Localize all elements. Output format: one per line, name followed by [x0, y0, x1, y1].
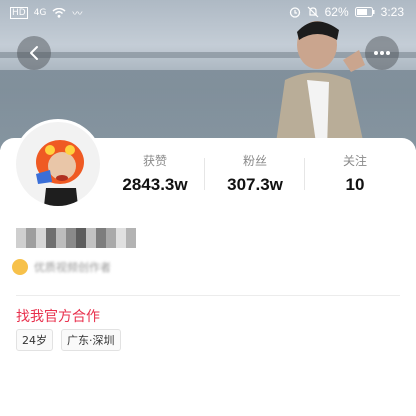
profile-tags: 24岁 广东·深圳 — [16, 329, 121, 351]
creator-badge-icon — [12, 259, 28, 275]
section-divider — [16, 295, 400, 296]
battery-icon — [354, 7, 375, 17]
avatar-image — [16, 122, 100, 206]
creator-badge[interactable]: 优质视频创作者 — [12, 259, 111, 275]
stats-row: 获赞 2843.3w 粉丝 307.3w 关注 10 — [105, 152, 416, 195]
hd-icon: HD — [10, 6, 28, 19]
banner-person — [275, 21, 365, 150]
stat-fans-value: 307.3w — [227, 175, 283, 194]
avatar[interactable] — [16, 122, 100, 206]
nfc-icon: 〰 — [72, 9, 83, 20]
stat-fans[interactable]: 粉丝 307.3w — [205, 152, 305, 195]
back-arrow-icon — [30, 46, 38, 60]
battery-percent: 62% — [324, 5, 349, 19]
stat-following-label: 关注 — [342, 154, 367, 168]
back-button[interactable] — [17, 36, 51, 70]
username-blurred — [16, 228, 136, 248]
stat-likes-label: 获赞 — [142, 154, 167, 168]
stat-likes-value: 2843.3w — [122, 175, 188, 194]
status-time: 3:23 — [380, 5, 404, 19]
more-icon — [374, 51, 390, 55]
mute-icon — [307, 6, 319, 18]
stat-following-value: 10 — [345, 175, 365, 194]
status-bar: HD 4G 〰 62% 3:23 — [0, 0, 416, 26]
stat-likes[interactable]: 获赞 2843.3w — [105, 152, 205, 195]
creator-badge-text: 优质视频创作者 — [34, 261, 111, 274]
stat-following[interactable]: 关注 10 — [305, 152, 405, 195]
official-cooperation-link[interactable]: 找我官方合作 — [16, 306, 100, 326]
stat-fans-label: 粉丝 — [242, 154, 267, 168]
tag-age: 24岁 — [16, 329, 53, 351]
more-button[interactable] — [365, 36, 399, 70]
alarm-icon — [289, 7, 300, 18]
signal-icon: 4G — [33, 7, 47, 18]
tag-location: 广东·深圳 — [61, 329, 121, 351]
wifi-icon — [52, 7, 66, 18]
